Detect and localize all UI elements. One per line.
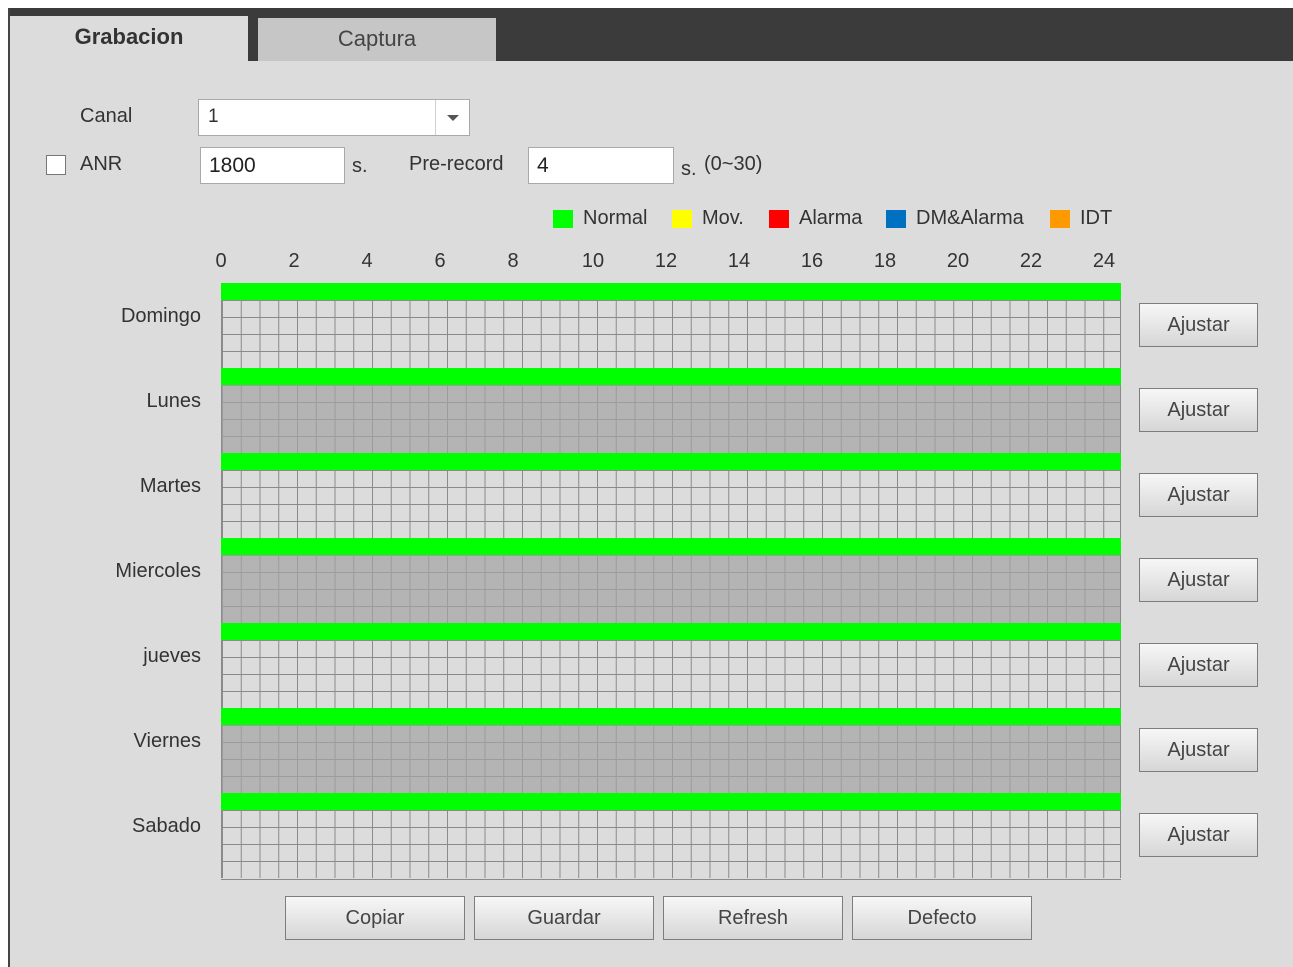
tab-captura[interactable]: Captura — [258, 18, 496, 61]
hour-tick: 10 — [581, 250, 605, 272]
hour-tick: 2 — [288, 250, 300, 272]
schedule-grid[interactable] — [221, 810, 1121, 878]
schedule-row-domingo[interactable] — [221, 283, 1121, 368]
adjust-button-sabado[interactable]: Ajustar — [1139, 813, 1258, 857]
canal-select[interactable]: 1 — [198, 99, 470, 136]
adjust-button-jueves[interactable]: Ajustar — [1139, 643, 1258, 687]
copy-button[interactable]: Copiar — [285, 896, 465, 940]
adjust-button-domingo[interactable]: Ajustar — [1139, 303, 1258, 347]
prerecord-input[interactable] — [528, 147, 674, 184]
legend-label: DM&Alarma — [916, 207, 1024, 229]
schedule-grid[interactable] — [221, 470, 1121, 538]
refresh-button[interactable]: Refresh — [663, 896, 843, 940]
day-label-jueves: jueves — [143, 645, 201, 667]
day-label-lunes: Lunes — [146, 390, 202, 412]
hour-tick: 22 — [1019, 250, 1043, 272]
legend-swatch — [769, 210, 789, 228]
normal-record-bar — [221, 283, 1121, 300]
tab-grabacion[interactable]: Grabacion — [10, 16, 248, 61]
legend-swatch — [1050, 210, 1070, 228]
legend-label: Alarma — [799, 207, 863, 229]
grid-bottom-border — [221, 879, 1121, 880]
legend-label: IDT — [1080, 207, 1113, 229]
record-settings-panel: Grabacion Captura Canal 1 ANR s. Pre-rec… — [8, 8, 1293, 967]
hour-tick: 18 — [873, 250, 897, 272]
canal-label: Canal — [80, 105, 133, 127]
legend-swatch — [672, 210, 692, 228]
day-label-viernes: Viernes — [133, 730, 201, 752]
anr-label: ANR — [80, 153, 123, 175]
hour-tick: 0 — [215, 250, 227, 272]
prerecord-label: Pre-record — [409, 153, 504, 175]
normal-record-bar — [221, 453, 1121, 470]
anr-unit: s. — [352, 155, 368, 177]
hour-tick: 8 — [507, 250, 519, 272]
normal-record-bar — [221, 368, 1121, 385]
adjust-button-lunes[interactable]: Ajustar — [1139, 388, 1258, 432]
prerecord-range: (0~30) — [704, 153, 763, 175]
hour-tick: 4 — [361, 250, 373, 272]
hour-tick: 14 — [727, 250, 751, 272]
hour-tick: 16 — [800, 250, 824, 272]
normal-record-bar — [221, 623, 1121, 640]
hour-tick: 12 — [654, 250, 678, 272]
prerecord-unit: s. — [681, 158, 697, 180]
save-button[interactable]: Guardar — [474, 896, 654, 940]
schedule-row-lunes[interactable] — [221, 368, 1121, 453]
chevron-down-icon[interactable] — [435, 100, 469, 135]
schedule-grid[interactable] — [221, 300, 1121, 368]
day-label-martes: Martes — [139, 475, 201, 497]
schedule-row-viernes[interactable] — [221, 708, 1121, 793]
schedule-grid[interactable] — [221, 725, 1121, 793]
schedule-grid[interactable] — [221, 640, 1121, 708]
schedule-grid[interactable] — [221, 385, 1121, 453]
adjust-button-miercoles[interactable]: Ajustar — [1139, 558, 1258, 602]
normal-record-bar — [221, 538, 1121, 555]
hour-tick: 24 — [1092, 250, 1116, 272]
legend-swatch — [553, 210, 573, 228]
day-label-miercoles: Miercoles — [115, 560, 201, 582]
anr-checkbox[interactable] — [46, 155, 66, 175]
normal-record-bar — [221, 793, 1121, 810]
legend-label: Mov. — [702, 207, 744, 229]
schedule-grid[interactable] — [221, 555, 1121, 623]
schedule-row-jueves[interactable] — [221, 623, 1121, 708]
hour-tick: 6 — [434, 250, 446, 272]
adjust-button-viernes[interactable]: Ajustar — [1139, 728, 1258, 772]
hour-tick: 20 — [946, 250, 970, 272]
schedule-row-miercoles[interactable] — [221, 538, 1121, 623]
canal-value: 1 — [208, 106, 219, 127]
schedule-row-sabado[interactable] — [221, 793, 1121, 878]
day-label-sabado: Sabado — [132, 815, 201, 837]
schedule-row-martes[interactable] — [221, 453, 1121, 538]
normal-record-bar — [221, 708, 1121, 725]
adjust-button-martes[interactable]: Ajustar — [1139, 473, 1258, 517]
tab-bar: Grabacion Captura — [10, 8, 1293, 61]
default-button[interactable]: Defecto — [852, 896, 1032, 940]
anr-input[interactable] — [200, 147, 345, 184]
day-label-domingo: Domingo — [120, 305, 201, 327]
legend-label: Normal — [583, 207, 648, 229]
legend-swatch — [886, 210, 906, 228]
